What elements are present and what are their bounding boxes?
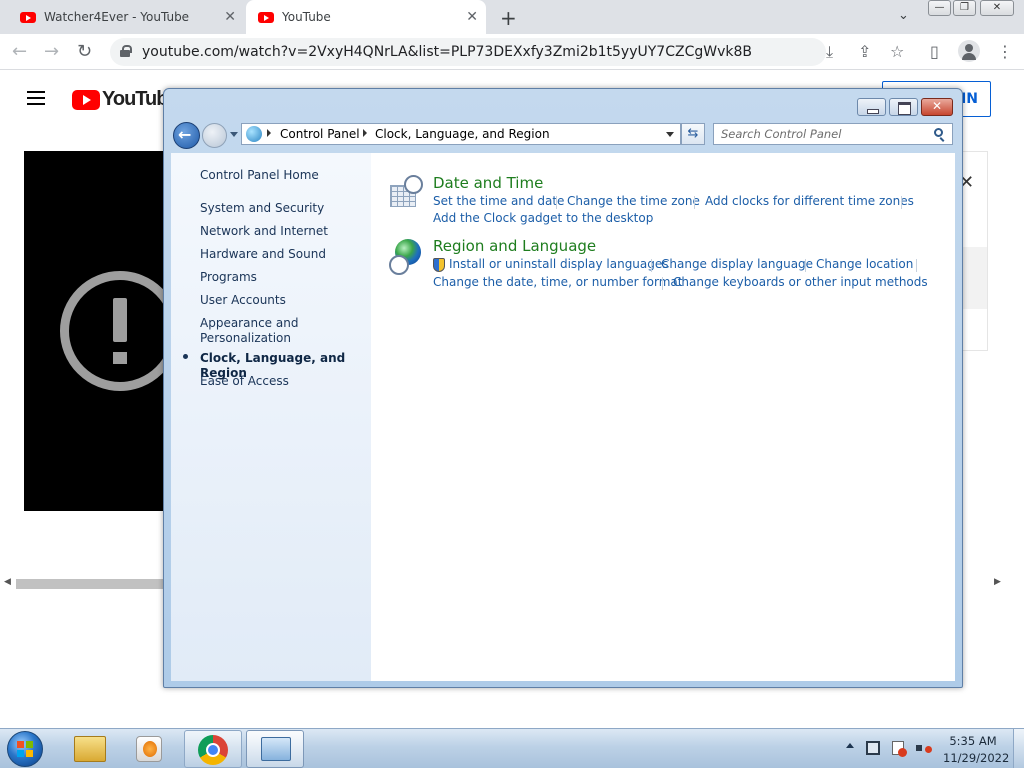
region-language-globe-icon[interactable]: [389, 239, 423, 275]
show-desktop-button[interactable]: [1013, 729, 1024, 768]
date-time-clock-icon[interactable]: [389, 175, 423, 209]
cp-recent-pages-icon[interactable]: [230, 132, 238, 137]
breadcrumb-arrow-icon[interactable]: [267, 129, 271, 137]
tab-title: YouTube: [282, 10, 331, 24]
new-tab-icon[interactable]: +: [500, 6, 517, 30]
search-icon[interactable]: [934, 128, 943, 137]
cp-back-button[interactable]: [173, 122, 200, 149]
share-icon[interactable]: ⇪: [858, 42, 871, 61]
volume-muted-icon[interactable]: [916, 741, 932, 755]
breadcrumb-control-panel[interactable]: Control Panel: [280, 127, 360, 141]
youtube-play-icon: [72, 89, 100, 110]
chrome-icon: [198, 735, 228, 765]
cp-maximize-button[interactable]: [889, 98, 918, 116]
category-date-time[interactable]: Date and Time: [433, 174, 543, 192]
task-change-display-language[interactable]: Change display language: [661, 257, 813, 271]
address-dropdown-icon[interactable]: [666, 132, 674, 137]
sidebar-item-hardware-sound[interactable]: Hardware and Sound: [200, 247, 365, 262]
side-panel-icon[interactable]: ▯: [930, 42, 939, 61]
tab-close-icon[interactable]: ✕: [224, 9, 236, 25]
show-hidden-icons-icon[interactable]: [846, 743, 854, 748]
bookmark-star-icon[interactable]: ☆: [890, 42, 904, 61]
reload-icon[interactable]: ↻: [77, 41, 92, 62]
tab-watcher4ever[interactable]: Watcher4Ever - YouTube ✕: [8, 0, 244, 34]
network-icon[interactable]: [866, 741, 880, 755]
sidebar-item-user-accounts[interactable]: User Accounts: [200, 293, 365, 308]
control-panel-icon: [246, 126, 262, 142]
task-add-clock-gadget[interactable]: Add the Clock gadget to the desktop: [433, 211, 653, 225]
window-restore-button[interactable]: ❐: [953, 0, 976, 16]
sidebar-item-control-panel-home[interactable]: Control Panel Home: [200, 168, 365, 183]
cp-refresh-icon[interactable]: ⇆: [681, 123, 705, 145]
scroll-right-icon[interactable]: ▶: [994, 577, 1001, 587]
sidebar-item-system-security[interactable]: System and Security: [200, 201, 365, 216]
url-text[interactable]: youtube.com/watch?v=2VxyH4QNrLA&list=PLP…: [142, 44, 752, 60]
task-change-time-zone[interactable]: Change the time zone: [567, 194, 700, 208]
task-change-location[interactable]: Change location: [816, 257, 913, 271]
media-player-icon[interactable]: [136, 736, 162, 762]
youtube-favicon-icon: [20, 11, 36, 23]
action-center-flag-icon[interactable]: [892, 741, 907, 757]
tab-close-icon[interactable]: ✕: [466, 9, 478, 25]
profile-avatar-icon[interactable]: [958, 40, 980, 62]
uac-shield-icon: [433, 258, 445, 272]
control-panel-icon: [261, 737, 291, 761]
address-bar[interactable]: youtube.com/watch?v=2VxyH4QNrLA&list=PLP…: [110, 38, 826, 66]
task-set-time-date[interactable]: Set the time and date: [433, 194, 564, 208]
task-add-clocks[interactable]: Add clocks for different time zones: [705, 194, 914, 208]
sidebar-item-programs[interactable]: Programs: [200, 270, 365, 285]
window-close-button[interactable]: ✕: [980, 0, 1014, 16]
tab-search-chevron-icon[interactable]: ⌄: [898, 8, 909, 23]
cp-sidebar: Control Panel Home System and Security N…: [171, 153, 371, 681]
explorer-folder-icon[interactable]: [74, 736, 106, 762]
lock-icon[interactable]: [120, 45, 132, 57]
sidebar-item-appearance[interactable]: Appearance and Personalization: [200, 316, 310, 346]
clock-date[interactable]: 11/29/2022: [943, 751, 1009, 765]
chrome-menu-icon[interactable]: ⋮: [997, 42, 1013, 61]
start-orb-icon[interactable]: [7, 731, 43, 767]
youtube-logo[interactable]: YouTube: [72, 88, 179, 111]
hamburger-menu-icon[interactable]: [27, 91, 45, 105]
breadcrumb-clock-language-region[interactable]: Clock, Language, and Region: [375, 127, 550, 141]
category-region-language[interactable]: Region and Language: [433, 237, 596, 255]
forward-arrow-icon[interactable]: →: [44, 41, 59, 62]
sidebar-item-network-internet[interactable]: Network and Internet: [200, 224, 365, 239]
tab-strip: Watcher4Ever - YouTube ✕ YouTube ✕ + ⌄ —…: [0, 0, 1024, 34]
control-panel-window: Control Panel Clock, Language, and Regio…: [163, 88, 963, 688]
error-exclamation-icon: [60, 271, 174, 391]
breadcrumb-arrow-icon[interactable]: [363, 129, 367, 137]
browser-toolbar: ← → ↻ youtube.com/watch?v=2VxyH4QNrLA&li…: [0, 34, 1024, 70]
task-change-keyboards[interactable]: Change keyboards or other input methods: [673, 275, 928, 289]
cp-minimize-button[interactable]: [857, 98, 886, 116]
clock-time[interactable]: 5:35 AM: [945, 734, 1001, 748]
cp-content-area: Date and Time Set the time and date Chan…: [371, 153, 955, 681]
active-bullet-icon: [183, 354, 188, 359]
taskbar-chrome-button[interactable]: [184, 730, 242, 768]
window-minimize-button[interactable]: —: [928, 0, 951, 16]
cp-close-button[interactable]: [921, 98, 953, 116]
task-install-display-languages[interactable]: Install or uninstall display languages: [449, 257, 669, 271]
scroll-left-icon[interactable]: ◀: [4, 577, 11, 587]
back-arrow-icon[interactable]: ←: [12, 41, 27, 62]
video-player[interactable]: [24, 151, 174, 511]
youtube-favicon-icon: [258, 11, 274, 23]
cp-forward-button[interactable]: [202, 123, 227, 148]
sidebar-item-ease-of-access[interactable]: Ease of Access: [200, 374, 365, 389]
cp-search-input[interactable]: [713, 123, 953, 145]
task-change-date-format[interactable]: Change the date, time, or number format: [433, 275, 682, 289]
tab-youtube[interactable]: YouTube ✕: [246, 0, 486, 34]
taskbar: 5:35 AM 11/29/2022: [0, 728, 1024, 768]
cp-address-bar[interactable]: Control Panel Clock, Language, and Regio…: [241, 123, 681, 145]
taskbar-control-panel-button[interactable]: [246, 730, 304, 768]
tab-title: Watcher4Ever - YouTube: [44, 10, 190, 24]
install-icon[interactable]: ⤓: [826, 42, 833, 62]
